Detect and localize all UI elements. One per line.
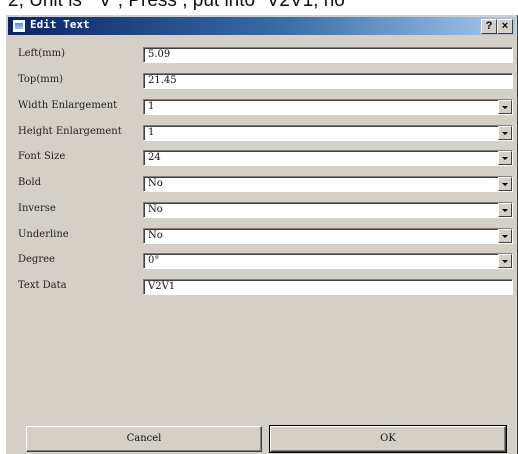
dropdown-arrow-icon[interactable] [498,126,512,140]
inverse-select[interactable]: No [143,202,513,218]
width-enlargement-select[interactable]: 1 [143,99,513,115]
title-bar: Edit Text ? × [8,17,515,35]
font-size-select[interactable]: 24 [143,150,513,166]
top-label: Top(mm) [18,74,64,85]
close-button[interactable]: × [497,19,513,34]
text-data-input[interactable]: V2V1 [143,279,513,295]
page-caption-text: 2, Unit is “ V”, Press , put into “V2V1,… [8,0,345,11]
underline-label: Underline [18,229,69,240]
window-icon [12,19,26,33]
width-enlargement-value: 1 [148,101,155,112]
dropdown-arrow-icon[interactable] [498,151,512,165]
inverse-label: Inverse [18,203,56,214]
left-input[interactable]: 5.09 [143,47,513,63]
dropdown-arrow-icon[interactable] [498,177,512,191]
underline-select[interactable]: No [143,228,513,244]
height-enlargement-value: 1 [148,127,155,138]
font-size-label: Font Size [18,151,66,162]
height-enlargement-select[interactable]: 1 [143,125,513,141]
left-label: Left(mm) [18,48,66,59]
dialog-title: Edit Text [30,18,90,31]
ok-button[interactable]: OK [269,425,507,453]
inverse-value: No [148,204,163,215]
font-size-value: 24 [148,152,161,163]
height-enlargement-label: Height Enlargement [18,126,122,137]
bold-label: Bold [18,177,41,188]
underline-value: No [148,230,163,241]
help-button[interactable]: ? [481,19,497,34]
top-input[interactable]: 21.45 [143,73,513,89]
dropdown-arrow-icon[interactable] [498,229,512,243]
degree-select[interactable]: 0° [143,253,513,269]
dropdown-arrow-icon[interactable] [498,254,512,268]
degree-value: 0° [148,255,160,266]
dropdown-arrow-icon[interactable] [498,203,512,217]
width-enlargement-label: Width Enlargement [18,100,118,111]
bold-select[interactable]: No [143,176,513,192]
dropdown-arrow-icon[interactable] [498,100,512,114]
edit-text-dialog: Edit Text ? × Left(mm) 5.09 Top(mm) 21.4… [5,14,517,454]
text-data-label: Text Data [18,280,67,291]
degree-label: Degree [18,254,55,265]
cancel-button[interactable]: Cancel [26,426,262,452]
bold-value: No [148,178,163,189]
